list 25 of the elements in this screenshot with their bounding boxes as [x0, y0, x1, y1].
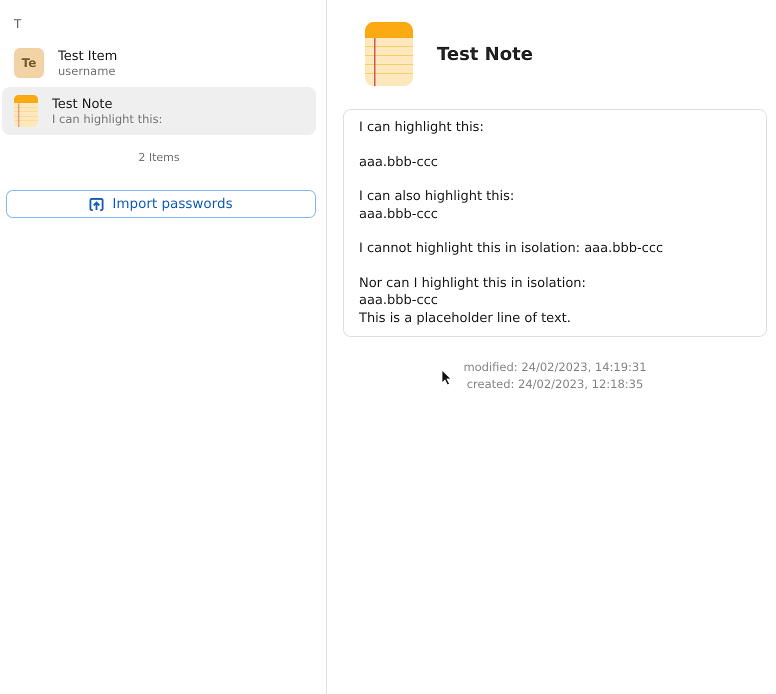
item-title: Test Item — [58, 48, 118, 64]
list-item[interactable]: Test Note I can highlight this: — [2, 87, 316, 135]
item-subtitle: username — [58, 64, 116, 78]
note-line: aaa.bbb-ccc — [359, 292, 439, 310]
note-line: aaa.bbb-ccc — [359, 206, 439, 223]
note-line: aaa.bbb-ccc — [359, 154, 439, 171]
section-letter: T — [14, 17, 22, 31]
notepad-icon — [14, 95, 38, 127]
item-count: 2 Items — [138, 151, 180, 164]
note-line: This is a placeholder line of text. — [359, 310, 572, 327]
note-title: Test Note — [437, 44, 533, 64]
modified-date: modified: 24/02/2023, 14:19:31 — [463, 360, 647, 374]
list-item[interactable]: Te Test Item username — [2, 39, 316, 87]
upload-icon — [89, 196, 104, 212]
import-button[interactable]: Import passwords — [6, 190, 316, 218]
note-line: I can highlight this: — [359, 119, 485, 136]
note-line: I can also highlight this: — [359, 188, 516, 206]
notepad-icon — [365, 22, 413, 86]
item-subtitle: I can highlight this: — [52, 112, 162, 126]
note-line: Nor can I highlight this in isolation: — [359, 274, 587, 292]
created-date: created: 24/02/2023, 12:18:35 — [466, 377, 644, 391]
mouse-pointer-icon — [442, 370, 452, 386]
avatar: Te — [14, 48, 44, 78]
note-line: I cannot highlight this in isolation: aaa.bbb-ccc — [359, 240, 664, 258]
item-title: Test Note — [52, 96, 114, 112]
